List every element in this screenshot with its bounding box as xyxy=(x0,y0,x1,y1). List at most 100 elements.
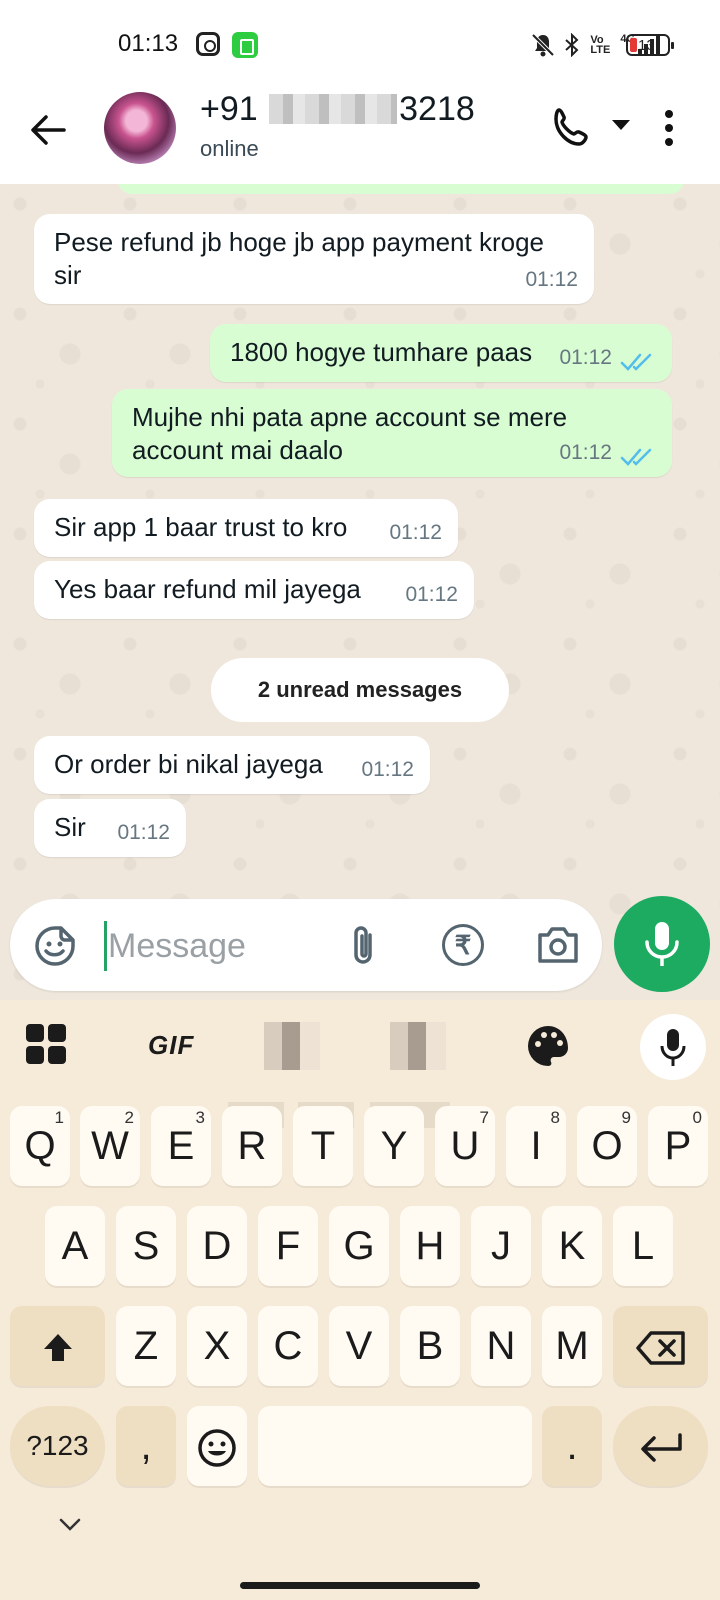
keyboard-voice-input-button[interactable] xyxy=(640,1014,706,1080)
app-notification-icon xyxy=(232,32,258,58)
message-time: 01:12 xyxy=(389,521,442,544)
redacted-number-block xyxy=(269,94,398,124)
key-s[interactable]: S xyxy=(116,1206,176,1286)
key-h[interactable]: H xyxy=(400,1206,460,1286)
contact-name[interactable]: +91 3218 xyxy=(200,90,475,129)
symbols-key[interactable]: ?123 xyxy=(10,1406,105,1486)
key-l[interactable]: L xyxy=(613,1206,673,1286)
period-key[interactable]: . xyxy=(542,1406,602,1486)
chat-messages-area[interactable]: Pese refund jb hoge jb app payment kroge… xyxy=(0,184,720,1000)
message-bubble-incoming[interactable]: Or order bi nikal jayega 01:12 xyxy=(34,736,430,794)
message-bubble-outgoing[interactable]: Mujhe nhi pata apne account se mere acco… xyxy=(112,389,672,477)
message-time: 01:12 xyxy=(559,441,612,464)
enter-arrow-icon xyxy=(640,1433,682,1463)
backspace-key[interactable] xyxy=(613,1306,708,1386)
key-label: E xyxy=(167,1124,195,1168)
key-label: Y xyxy=(380,1124,408,1168)
message-input[interactable] xyxy=(108,921,328,971)
keyboard-apps-icon[interactable] xyxy=(26,1024,68,1066)
message-time: 01:12 xyxy=(361,758,414,781)
volte-icon: Vo LTE xyxy=(590,34,611,56)
more-options-icon[interactable] xyxy=(664,110,674,150)
call-options-dropdown-icon[interactable] xyxy=(612,120,630,130)
message-time: 01:12 xyxy=(405,583,458,606)
key-y[interactable]: Y xyxy=(364,1106,424,1186)
key-q[interactable]: Q1 xyxy=(10,1106,70,1186)
key-r[interactable]: R xyxy=(222,1106,282,1186)
key-j[interactable]: J xyxy=(471,1206,531,1286)
battery-level: 13 xyxy=(638,37,655,54)
previous-message-bubble xyxy=(118,184,684,194)
message-time: 01:12 xyxy=(117,821,170,844)
message-time: 01:12 xyxy=(525,268,578,291)
voice-call-icon[interactable] xyxy=(550,106,594,150)
backspace-icon xyxy=(635,1331,685,1366)
message-text: Yes baar refund mil jayega xyxy=(54,574,361,604)
chat-header: +91 3218 online xyxy=(0,90,720,184)
microphone-icon xyxy=(645,922,679,966)
back-arrow-icon[interactable] xyxy=(28,110,68,150)
key-b[interactable]: B xyxy=(400,1306,460,1386)
key-hint: 8 xyxy=(550,1108,560,1127)
avatar[interactable] xyxy=(104,92,176,164)
key-c[interactable]: C xyxy=(258,1306,318,1386)
microphone-icon xyxy=(660,1029,686,1066)
key-i[interactable]: I8 xyxy=(506,1106,566,1186)
comma-key[interactable]: , xyxy=(116,1406,176,1486)
message-bubble-incoming[interactable]: Sir 01:12 xyxy=(34,799,186,857)
attach-paperclip-icon[interactable] xyxy=(346,923,382,969)
enter-key[interactable] xyxy=(613,1406,708,1486)
key-v[interactable]: V xyxy=(329,1306,389,1386)
sticker-emoji-icon[interactable] xyxy=(34,925,76,967)
bluetooth-icon xyxy=(565,33,579,57)
emoji-key[interactable] xyxy=(187,1406,247,1486)
key-g[interactable]: G xyxy=(329,1206,389,1286)
key-label: P xyxy=(664,1124,692,1168)
key-f[interactable]: F xyxy=(258,1206,318,1286)
camera-icon[interactable] xyxy=(536,925,580,965)
key-e[interactable]: E3 xyxy=(151,1106,211,1186)
voice-message-button[interactable] xyxy=(614,896,710,992)
read-receipt-icon xyxy=(620,448,652,466)
key-hint: 1 xyxy=(54,1108,64,1127)
message-bubble-incoming[interactable]: Pese refund jb hoge jb app payment kroge… xyxy=(34,214,594,304)
emoji-icon xyxy=(198,1429,236,1468)
key-p[interactable]: P0 xyxy=(648,1106,708,1186)
key-t[interactable]: T xyxy=(293,1106,353,1186)
status-time: 01:13 xyxy=(118,30,179,57)
unread-messages-divider: 2 unread messages xyxy=(211,658,509,722)
message-bubble-incoming[interactable]: Sir app 1 baar trust to kro 01:12 xyxy=(34,499,458,557)
key-n[interactable]: N xyxy=(471,1306,531,1386)
message-bubble-incoming[interactable]: Yes baar refund mil jayega 01:12 xyxy=(34,561,474,619)
key-w[interactable]: W2 xyxy=(80,1106,140,1186)
key-m[interactable]: M xyxy=(542,1306,602,1386)
message-composer: ₹ xyxy=(10,899,602,991)
key-d[interactable]: D xyxy=(187,1206,247,1286)
home-gesture-bar[interactable] xyxy=(240,1582,480,1589)
key-z[interactable]: Z xyxy=(116,1306,176,1386)
keyboard-tool-icon[interactable] xyxy=(390,1022,446,1070)
key-hint: 7 xyxy=(479,1108,489,1127)
theme-palette-icon[interactable] xyxy=(524,1022,572,1070)
key-o[interactable]: O9 xyxy=(577,1106,637,1186)
space-key[interactable] xyxy=(258,1406,532,1486)
payment-rupee-icon[interactable]: ₹ xyxy=(442,924,484,966)
text-cursor xyxy=(104,921,107,971)
keyboard-tool-icon[interactable] xyxy=(264,1022,320,1070)
gif-button[interactable]: GIF xyxy=(148,1030,194,1086)
message-time: 01:12 xyxy=(559,346,612,369)
key-u[interactable]: U7 xyxy=(435,1106,495,1186)
read-receipt-icon xyxy=(620,353,652,371)
key-hint: 3 xyxy=(195,1108,205,1127)
message-text: Or order bi nikal jayega xyxy=(54,749,323,779)
battery-icon: 13 xyxy=(626,34,674,56)
shift-key[interactable] xyxy=(10,1306,105,1386)
key-k[interactable]: K xyxy=(542,1206,602,1286)
message-bubble-outgoing[interactable]: 1800 hogye tumhare paas 01:12 xyxy=(210,324,672,382)
key-label: T xyxy=(310,1124,336,1168)
key-x[interactable]: X xyxy=(187,1306,247,1386)
key-hint: 0 xyxy=(692,1108,702,1127)
hide-keyboard-chevron-icon[interactable] xyxy=(58,1516,82,1532)
key-label: I xyxy=(530,1124,542,1168)
key-a[interactable]: A xyxy=(45,1206,105,1286)
